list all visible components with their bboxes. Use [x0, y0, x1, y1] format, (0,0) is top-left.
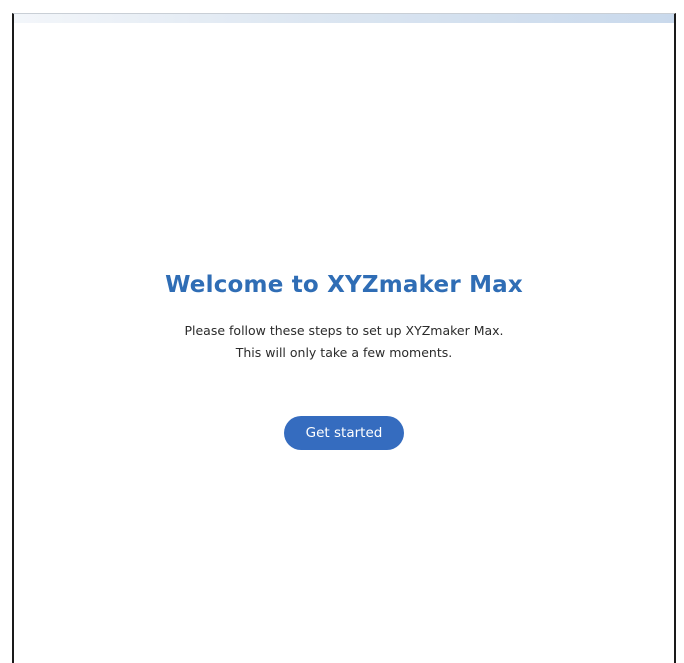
- setup-window: Welcome to XYZmaker Max Please follow th…: [12, 13, 676, 663]
- setup-instructions: Please follow these steps to set up XYZm…: [14, 320, 674, 364]
- welcome-title: Welcome to XYZmaker Max: [165, 272, 523, 298]
- welcome-panel: Welcome to XYZmaker Max Please follow th…: [14, 272, 674, 450]
- instruction-line-2: This will only take a few moments.: [235, 345, 453, 360]
- get-started-button[interactable]: Get started: [283, 416, 405, 450]
- title-bar[interactable]: [14, 14, 674, 23]
- instruction-line-1: Please follow these steps to set up XYZm…: [184, 323, 504, 338]
